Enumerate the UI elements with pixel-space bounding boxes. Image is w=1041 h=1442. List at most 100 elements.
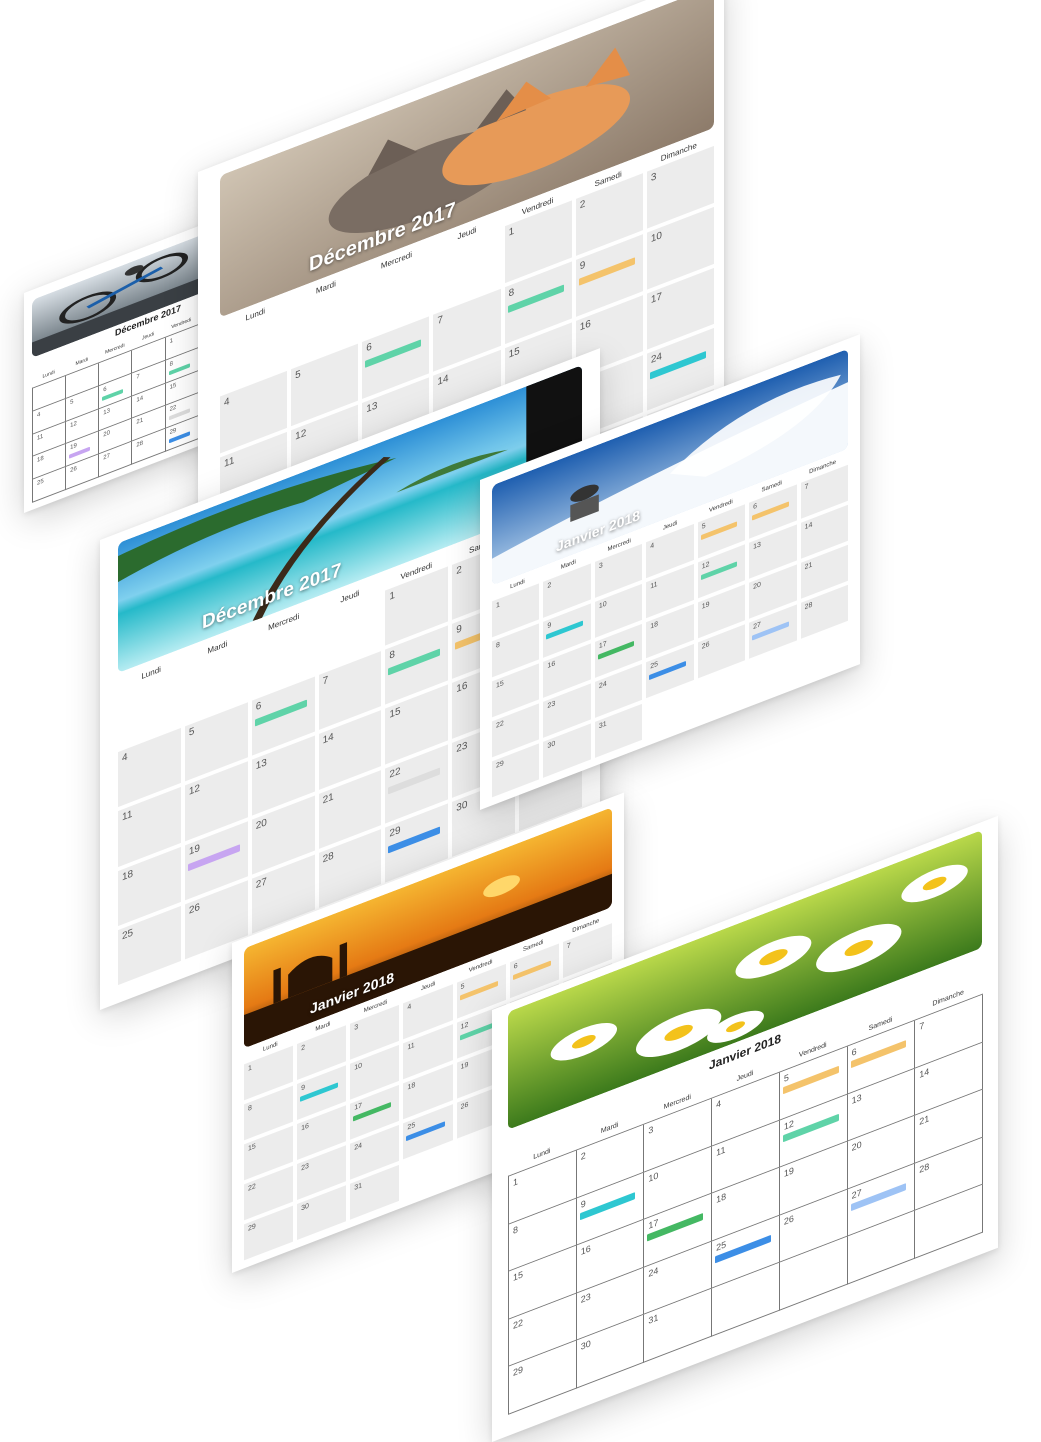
- day-number: 20: [255, 816, 267, 832]
- day-number: 3: [354, 1023, 359, 1033]
- day-number: 31: [598, 720, 607, 731]
- day-number: 15: [169, 382, 177, 391]
- day-number: 19: [188, 842, 200, 858]
- day-number: 7: [437, 313, 443, 327]
- day-number: 4: [37, 411, 41, 419]
- day-number: 8: [513, 1223, 519, 1236]
- day-number: 6: [103, 386, 107, 394]
- day-number: 20: [103, 430, 110, 439]
- day-number: 2: [301, 1043, 306, 1053]
- day-number: 15: [496, 679, 504, 690]
- day-number: 14: [804, 521, 813, 532]
- day-number: 12: [295, 427, 307, 443]
- day-number: 17: [648, 1217, 659, 1232]
- day-number: 4: [122, 751, 128, 765]
- day-number: 19: [70, 443, 77, 452]
- day-number: 5: [783, 1072, 789, 1084]
- day-number: 14: [919, 1065, 930, 1080]
- day-number: 19: [783, 1165, 794, 1180]
- day-number: 12: [70, 420, 77, 429]
- day-number: 6: [513, 962, 518, 971]
- day-number: 10: [650, 229, 662, 245]
- day-number: 13: [753, 541, 761, 552]
- event-tag[interactable]: [782, 1065, 839, 1095]
- day-number: 30: [456, 798, 468, 815]
- day-number: 6: [255, 700, 262, 714]
- event-tag[interactable]: [459, 981, 498, 1001]
- day-number: 11: [224, 454, 235, 470]
- day-number: 4: [407, 1003, 412, 1012]
- day-number: 22: [248, 1182, 256, 1193]
- day-number: 29: [496, 759, 504, 770]
- event-tag[interactable]: [752, 501, 789, 521]
- day-number: 25: [407, 1121, 416, 1132]
- day-number: 20: [851, 1139, 862, 1154]
- day-number: 8: [248, 1104, 252, 1113]
- day-number: 21: [919, 1113, 930, 1128]
- event-tag[interactable]: [579, 1191, 636, 1220]
- day-number: 13: [255, 757, 267, 773]
- event-tag[interactable]: [365, 339, 422, 368]
- day-number: 5: [70, 398, 74, 407]
- day-number: 24: [598, 680, 607, 691]
- day-number: 1: [169, 337, 173, 346]
- event-tag[interactable]: [388, 648, 441, 676]
- day-number: 1: [248, 1064, 252, 1073]
- event-tag[interactable]: [254, 699, 307, 727]
- day-number: 7: [804, 482, 809, 492]
- day-number: 25: [122, 927, 134, 943]
- day-number: 26: [783, 1212, 794, 1227]
- day-number: 12: [460, 1021, 469, 1032]
- day-number: 16: [579, 317, 591, 334]
- event-tag[interactable]: [546, 620, 583, 640]
- day-number: 23: [301, 1162, 309, 1173]
- day-number: 23: [456, 739, 468, 755]
- day-number: 29: [169, 427, 177, 437]
- day-number: 22: [389, 765, 401, 781]
- day-number: 15: [389, 706, 401, 722]
- day-number: 28: [322, 850, 334, 866]
- day-number: 26: [188, 901, 200, 917]
- day-number: 26: [701, 640, 710, 651]
- day-number: 8: [169, 360, 173, 368]
- day-number: 27: [753, 621, 761, 632]
- day-number: 3: [598, 561, 603, 571]
- day-number: 14: [322, 731, 334, 747]
- day-number: 18: [650, 620, 659, 631]
- event-tag[interactable]: [578, 257, 635, 286]
- day-number: 24: [648, 1264, 659, 1279]
- day-number: 15: [248, 1142, 256, 1153]
- day-number: 15: [508, 345, 520, 361]
- day-number: 11: [650, 580, 658, 591]
- day-number: 13: [366, 399, 378, 415]
- day-number: 24: [650, 351, 662, 367]
- day-number: 17: [598, 640, 607, 651]
- day-number: 18: [407, 1081, 416, 1092]
- event-tag[interactable]: [512, 960, 551, 981]
- day-number: 30: [301, 1202, 309, 1213]
- event-tag[interactable]: [700, 521, 738, 541]
- event-tag[interactable]: [507, 284, 564, 313]
- day-number: 2: [547, 581, 552, 591]
- day-number: 2: [580, 1150, 586, 1162]
- day-number: 27: [103, 453, 110, 462]
- day-number: 27: [851, 1186, 862, 1201]
- day-number: 16: [301, 1122, 309, 1133]
- day-number: 17: [650, 290, 662, 306]
- day-number: 25: [716, 1238, 727, 1253]
- day-number: 18: [37, 455, 44, 465]
- day-number: 9: [456, 623, 462, 637]
- day-number: 26: [460, 1101, 469, 1112]
- event-tag[interactable]: [300, 1082, 339, 1102]
- day-number: 5: [460, 982, 465, 992]
- event-tag[interactable]: [850, 1039, 907, 1069]
- day-number: 22: [169, 404, 177, 414]
- day-number: 25: [37, 478, 44, 488]
- day-number: 8: [508, 286, 515, 300]
- day-number: 9: [301, 1083, 306, 1093]
- day-number: 4: [716, 1098, 722, 1110]
- day-number: 2: [579, 198, 586, 212]
- day-number: 11: [407, 1041, 415, 1052]
- day-number: 29: [248, 1222, 256, 1233]
- day-number: 29: [389, 824, 401, 840]
